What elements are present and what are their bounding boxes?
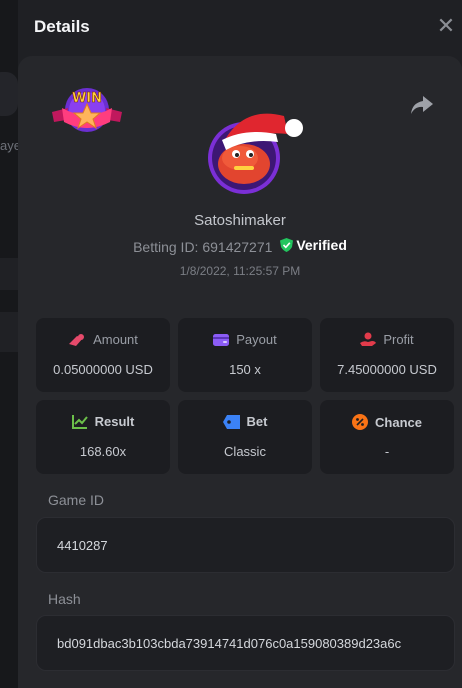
background-row [0, 258, 18, 290]
chart-icon [71, 415, 88, 429]
stat-profit: Profit 7.45000000 USD [320, 318, 454, 392]
stat-value: - [384, 444, 390, 459]
stat-result: Result 168.60x [36, 400, 170, 474]
game-id-label: Game ID [48, 492, 105, 508]
modal-header: Details ✕ [18, 0, 462, 54]
stat-label: Payout [236, 332, 277, 347]
modal-title: Details [34, 17, 90, 36]
verified-label: Verified [296, 237, 347, 253]
stat-label: Result [94, 414, 135, 429]
share-icon[interactable] [410, 94, 434, 116]
hash-value: bd091dbac3b103cbda73914741d076c0a1590803… [57, 636, 402, 651]
betting-id: Betting ID: 691427271 [133, 239, 273, 255]
background-row [0, 312, 18, 352]
win-badge-label: WIN [72, 91, 102, 106]
game-id-value: 4410287 [57, 538, 108, 553]
stat-value: 0.05000000 USD [53, 362, 153, 377]
stat-amount: Amount 0.05000000 USD [36, 318, 170, 392]
stat-payout: Payout 150 x [178, 318, 312, 392]
username: Satoshimaker [194, 212, 286, 229]
stat-label: Chance [375, 414, 422, 430]
stat-label: Bet [246, 414, 268, 429]
hash-field[interactable]: bd091dbac3b103cbda73914741d076c0a1590803… [36, 615, 455, 671]
bet-timestamp: 1/8/2022, 11:25:57 PM [179, 264, 301, 278]
wallet-icon [213, 333, 230, 346]
betting-info: Betting ID: 691427271 Verified [18, 237, 462, 255]
coins-icon [69, 333, 85, 346]
hand-coin-icon [360, 332, 377, 346]
shield-check-icon [280, 238, 294, 252]
stat-label: Profit [383, 332, 414, 347]
ticket-icon [222, 414, 240, 429]
win-badge: WIN [50, 82, 124, 140]
verified-status: Verified [280, 237, 347, 253]
stat-value: 168.60x [79, 444, 127, 459]
details-modal: Details ✕ WIN Satoshimaker Betting ID: 6… [18, 0, 462, 688]
stat-label: Amount [93, 332, 138, 347]
percent-icon [352, 414, 369, 430]
stat-value: 150 x [229, 362, 261, 377]
stat-bet: Bet Classic [178, 400, 312, 474]
stat-value: 7.45000000 USD [337, 362, 437, 377]
background-button [0, 72, 18, 116]
game-id-field[interactable]: 4410287 [36, 517, 455, 573]
avatar [206, 100, 310, 196]
stat-chance: Chance - [320, 400, 454, 474]
close-icon[interactable]: ✕ [436, 14, 456, 38]
stat-value: Classic [224, 444, 266, 459]
hash-label: Hash [48, 591, 81, 607]
